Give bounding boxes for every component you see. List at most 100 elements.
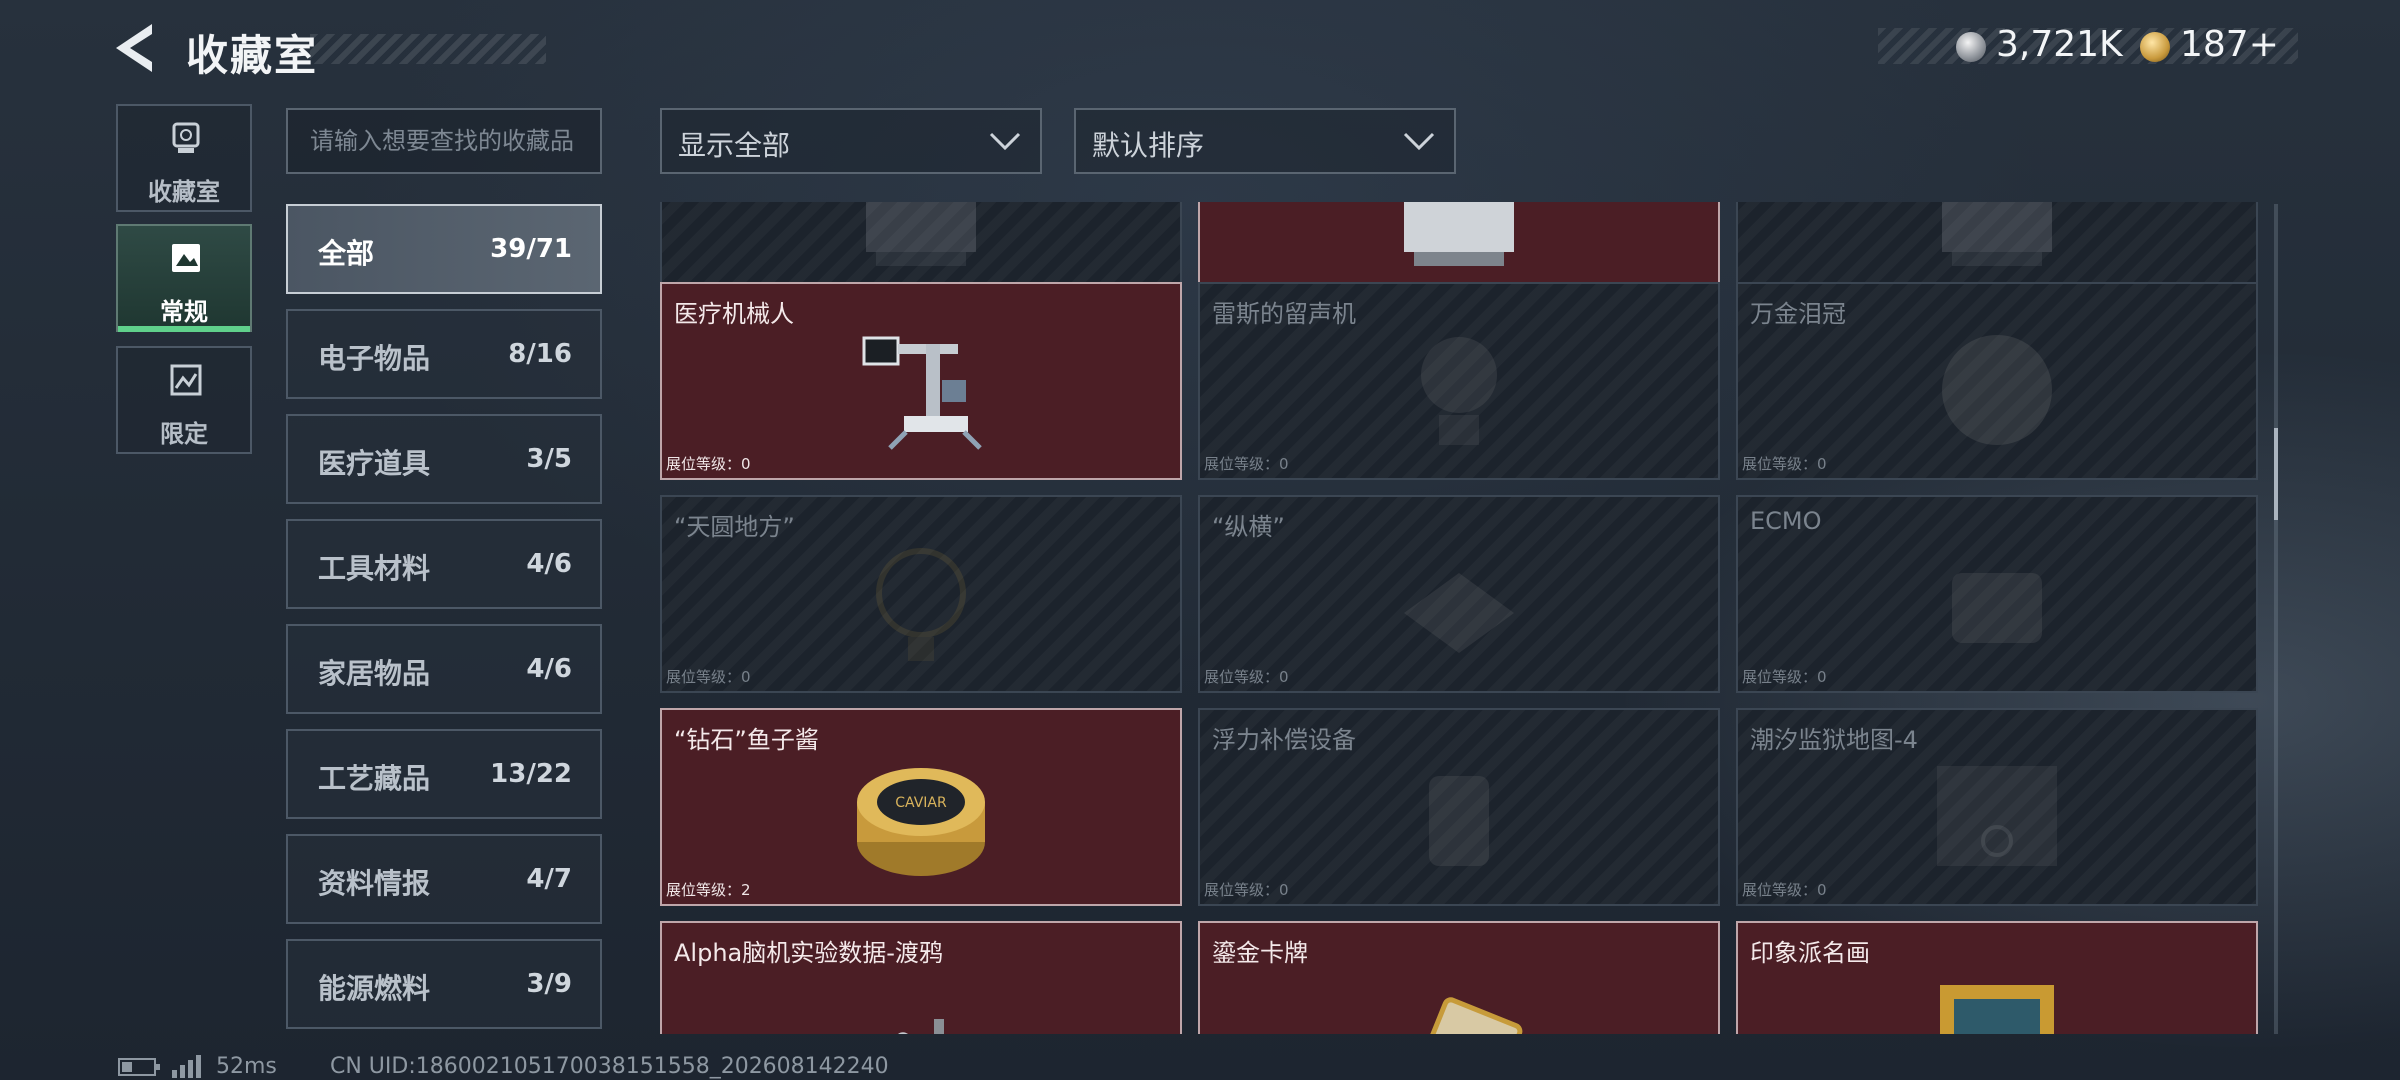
category-count: 4/6: [526, 654, 572, 684]
item-level: 展位等级：0: [1204, 666, 1289, 687]
caviar-tin-icon: CAVIAR: [857, 768, 985, 876]
level-value: 0: [741, 455, 751, 473]
map-icon: [1937, 766, 2057, 866]
item-name: 雷斯的留声机: [1212, 300, 1356, 328]
collection-card[interactable]: 浮力补偿设备展位等级：0: [1198, 708, 1720, 906]
collection-card[interactable]: “钻石”鱼子酱 CAVIAR 展位等级：2: [660, 708, 1182, 906]
category-count: 3/5: [526, 444, 572, 474]
collection-card[interactable]: ECMO 展位等级：0: [1736, 495, 2258, 693]
mountain-frame-icon: [170, 364, 202, 396]
scrollbar-thumb[interactable]: [2274, 428, 2278, 520]
category-name: 资料情报: [318, 867, 431, 900]
collection-card[interactable]: “纵横” 展位等级：0: [1198, 495, 1720, 693]
category-count: 8/16: [508, 339, 572, 369]
item-name: ECMO: [1750, 507, 1822, 535]
category-electronics[interactable]: 电子物品 8/16: [286, 309, 602, 399]
title-decoration: [310, 34, 546, 64]
collection-card[interactable]: 鎏金卡牌: [1198, 921, 1720, 1034]
sort-value: 默认排序: [1092, 129, 1205, 162]
collection-card[interactable]: “天圆地方” 展位等级：0: [660, 495, 1182, 693]
back-arrow-icon[interactable]: [112, 22, 156, 74]
category-medical[interactable]: 医疗道具 3/5: [286, 414, 602, 504]
level-prefix: 展位等级：: [666, 668, 742, 686]
gold-coin-icon: [2140, 32, 2170, 62]
level-prefix: 展位等级：: [1742, 881, 1818, 899]
medical-robot-icon: [862, 336, 982, 450]
item-level: 展位等级：2: [666, 879, 751, 900]
level-prefix: 展位等级：: [1204, 455, 1280, 473]
category-name: 工具材料: [318, 552, 431, 585]
globe-icon: [876, 548, 966, 661]
collection-card[interactable]: 印象派名画: [1736, 921, 2258, 1034]
category-all[interactable]: 全部 39/71: [286, 204, 602, 294]
trophy-icon: [172, 122, 200, 153]
nav-limited[interactable]: 限定: [116, 346, 252, 454]
silver-coin-icon: [1956, 32, 1986, 62]
chevron-down-icon: [989, 132, 1021, 151]
collection-card[interactable]: Alpha脑机实验数据-渡鸦: [660, 921, 1182, 1034]
item-level: 展位等级：0: [1204, 453, 1289, 474]
ping-text: 52ms: [216, 1054, 277, 1079]
collection-card[interactable]: 雷斯的留声机展位等级：0: [1198, 282, 1720, 480]
category-name: 工艺藏品: [318, 762, 431, 795]
uid-text: CN UID:1860021051700381515​58_2026081422…: [330, 1054, 889, 1079]
item-level: 展位等级：0: [1204, 879, 1289, 900]
gold-card-icon: [1405, 997, 1523, 1034]
crown-icon: [1942, 335, 2052, 445]
level-value: 0: [1817, 881, 1827, 899]
item-name: 鎏金卡牌: [1212, 939, 1308, 967]
level-prefix: 展位等级：: [1204, 668, 1280, 686]
sort-dropdown[interactable]: 默认排序: [1074, 108, 1456, 174]
level-prefix: 展位等级：: [1742, 668, 1818, 686]
category-count: 39/71: [490, 234, 572, 264]
category-count: 4/7: [526, 864, 572, 894]
category-name: 能源燃料: [318, 972, 431, 1005]
filter-value: 显示全部: [678, 129, 791, 162]
signal-icon: [172, 1055, 201, 1078]
silver-currency-value: 3,721K: [1996, 24, 2123, 65]
level-value: 0: [1279, 881, 1289, 899]
level-value: 0: [1817, 668, 1827, 686]
painting-icon: [1940, 985, 2054, 1034]
image-icon: [172, 244, 200, 272]
category-name: 全部: [318, 237, 375, 270]
level-value: 0: [1279, 455, 1289, 473]
category-name: 电子物品: [318, 342, 431, 375]
nav-label: 常规: [160, 298, 208, 326]
gold-currency-value[interactable]: 187+: [2180, 24, 2279, 65]
category-energy[interactable]: 能源燃料 3/9: [286, 939, 602, 1029]
level-prefix: 展位等级：: [666, 455, 742, 473]
category-household[interactable]: 家居物品 4/6: [286, 624, 602, 714]
level-value: 0: [1817, 455, 1827, 473]
scrollbar-track[interactable]: [2274, 204, 2278, 1034]
category-name: 医疗道具: [318, 447, 431, 480]
category-crafts[interactable]: 工艺藏品 13/22: [286, 729, 602, 819]
nav-regular[interactable]: 常规: [116, 224, 252, 332]
item-level: 展位等级：0: [666, 666, 751, 687]
level-prefix: 展位等级：: [666, 881, 742, 899]
item-name: 潮汐监狱地图-4: [1750, 726, 1918, 754]
category-tools[interactable]: 工具材料 4/6: [286, 519, 602, 609]
item-name: “天圆地方”: [674, 513, 795, 541]
chevron-down-icon: [1403, 132, 1435, 151]
nav-collection-room[interactable]: 收藏室: [116, 104, 252, 212]
collection-card[interactable]: 潮汐监狱地图-4 展位等级：0: [1736, 708, 2258, 906]
machine-icon: [1952, 573, 2042, 643]
vest-icon: [1429, 776, 1489, 866]
search-input[interactable]: [288, 110, 600, 172]
category-intel[interactable]: 资料情报 4/7: [286, 834, 602, 924]
collection-grid: 展位等级：0展位等级：0展位等级：0医疗机械人展位等级：0雷斯的留声机展位等级：…: [660, 202, 2258, 1034]
search-box[interactable]: [286, 108, 602, 174]
chessboard-icon: [1404, 573, 1514, 653]
item-name: “钻石”鱼子酱: [674, 726, 819, 754]
item-level: 展位等级：0: [1742, 453, 1827, 474]
collection-card[interactable]: 万金泪冠 展位等级：0: [1736, 282, 2258, 480]
caviar-label: CAVIAR: [895, 795, 947, 811]
filter-dropdown[interactable]: 显示全部: [660, 108, 1042, 174]
item-level: 展位等级：0: [666, 453, 751, 474]
level-value: 0: [1279, 668, 1289, 686]
item-name: 浮力补偿设备: [1212, 726, 1356, 754]
collection-card[interactable]: 医疗机械人展位等级：0: [660, 282, 1182, 480]
category-count: 3/9: [526, 969, 572, 999]
item-name: 医疗机械人: [674, 300, 794, 328]
